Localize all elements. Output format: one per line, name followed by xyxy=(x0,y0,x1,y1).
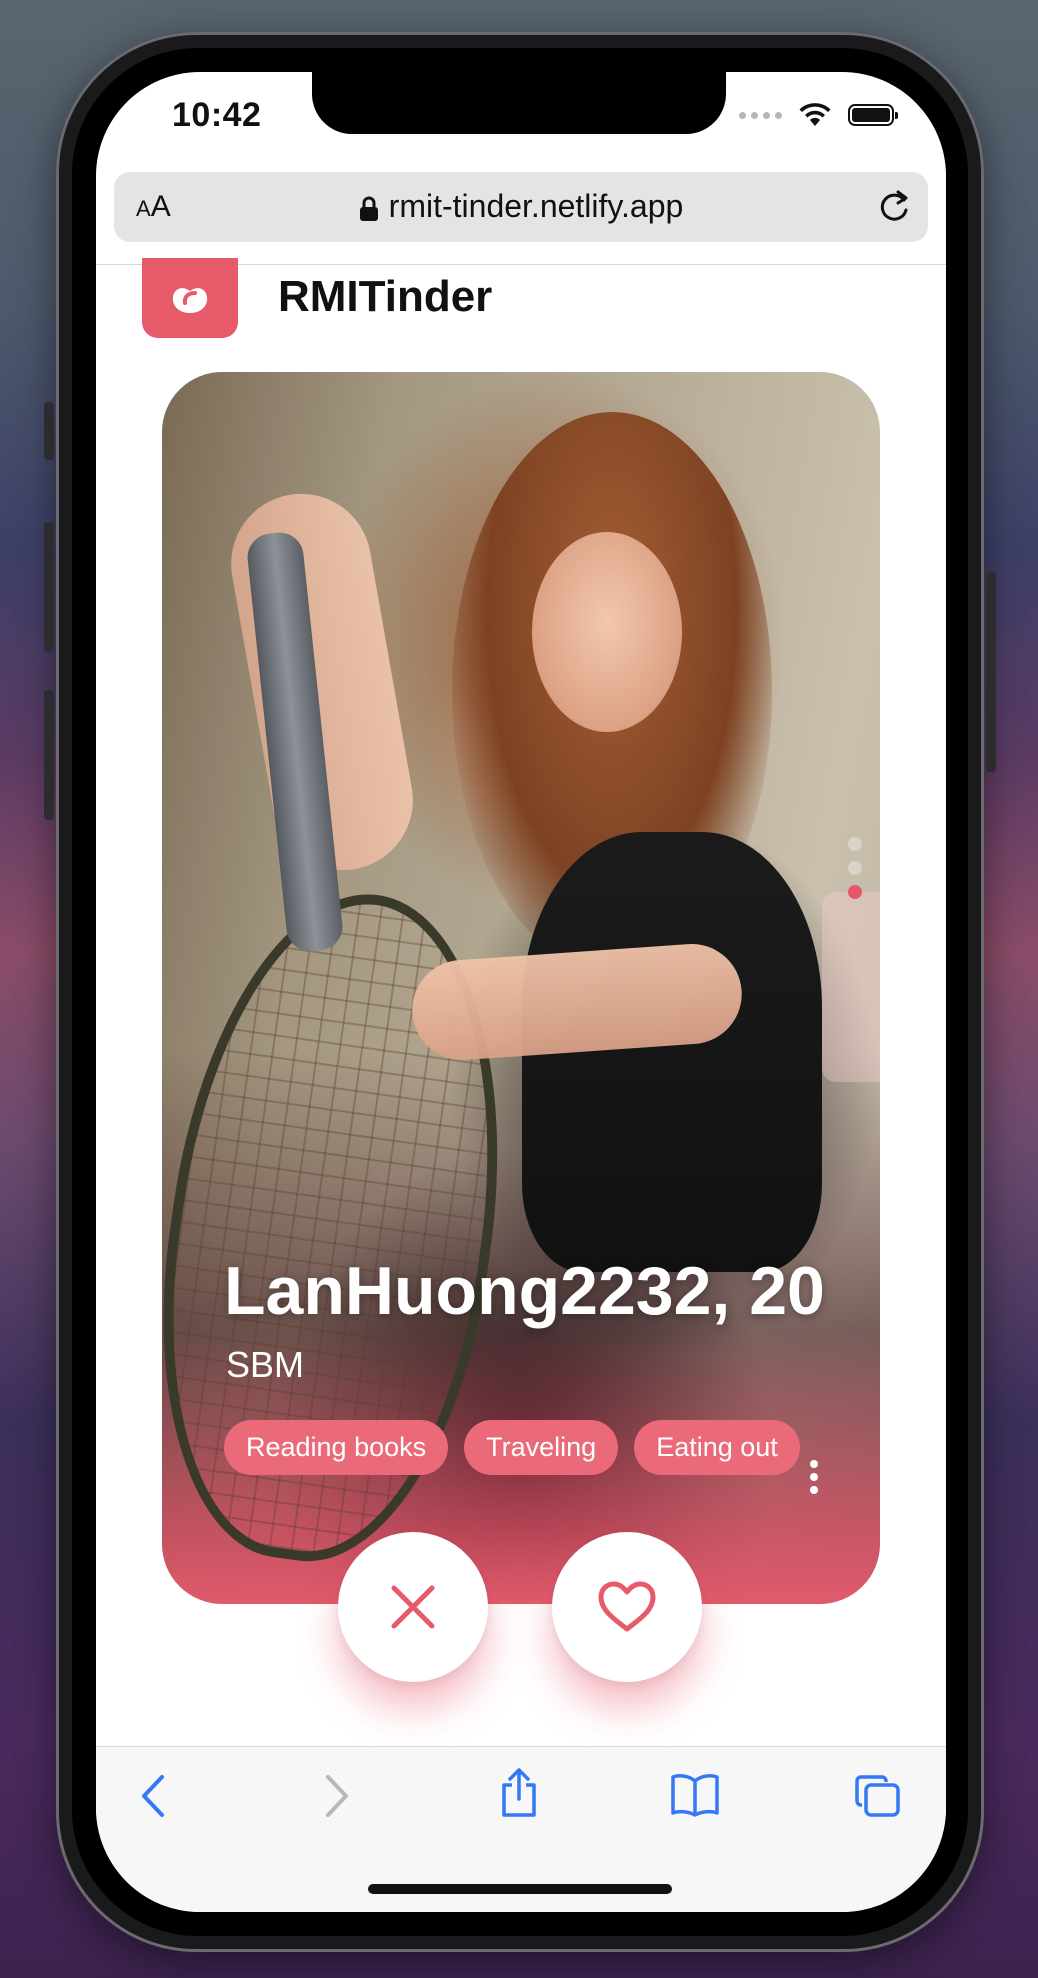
photo-pager-background xyxy=(822,892,880,1082)
power-button xyxy=(986,572,996,772)
tabs-icon[interactable] xyxy=(854,1773,902,1819)
volume-down-button xyxy=(44,690,54,820)
home-indicator[interactable] xyxy=(368,1884,672,1894)
volume-up-button xyxy=(44,522,54,652)
reload-icon[interactable] xyxy=(876,186,912,226)
nope-button[interactable] xyxy=(338,1532,488,1682)
photo-face-shape xyxy=(532,532,682,732)
battery-icon xyxy=(848,104,898,126)
chevron-right-icon[interactable] xyxy=(322,1773,352,1819)
lock-icon xyxy=(359,196,378,221)
share-icon[interactable] xyxy=(498,1767,540,1819)
phone-screen: 10:42 AA rmit-tinder.netlify.app RMITind… xyxy=(96,72,946,1912)
photo-dot[interactable] xyxy=(848,837,862,851)
photo-pager[interactable] xyxy=(848,837,862,899)
notch xyxy=(312,72,726,134)
app-title: RMITinder xyxy=(278,272,493,321)
status-icons xyxy=(739,102,898,128)
address-bar[interactable]: AA rmit-tinder.netlify.app xyxy=(114,172,928,242)
flame-logo-icon xyxy=(172,288,208,313)
app-logo[interactable] xyxy=(142,258,238,338)
url-text: rmit-tinder.netlify.app xyxy=(388,188,684,224)
profile-school: SBM xyxy=(226,1344,305,1385)
profile-card[interactable]: LanHuong2232, 20 SBM Reading books Trave… xyxy=(162,372,880,1604)
photo-dot-active[interactable] xyxy=(848,885,862,899)
app-header: RMITinder xyxy=(142,258,946,358)
interest-tags: Reading books Traveling Eating out xyxy=(224,1420,800,1475)
interest-tag: Reading books xyxy=(224,1420,449,1475)
book-icon[interactable] xyxy=(670,1773,720,1817)
profile-name-age: LanHuong2232, 20 xyxy=(224,1253,825,1329)
silent-switch xyxy=(44,402,54,460)
status-time: 10:42 xyxy=(172,96,262,134)
interest-tag: Traveling xyxy=(464,1420,619,1475)
url-display[interactable]: rmit-tinder.netlify.app xyxy=(114,188,928,225)
interest-tag: Eating out xyxy=(634,1420,800,1475)
chevron-left-icon[interactable] xyxy=(138,1773,168,1819)
wifi-icon xyxy=(799,103,831,126)
cellular-signal-icon xyxy=(739,111,782,119)
close-icon xyxy=(391,1585,435,1629)
more-options-icon[interactable] xyxy=(810,1460,818,1494)
photo-dot[interactable] xyxy=(848,861,862,875)
heart-icon xyxy=(598,1581,656,1632)
like-button[interactable] xyxy=(552,1532,702,1682)
